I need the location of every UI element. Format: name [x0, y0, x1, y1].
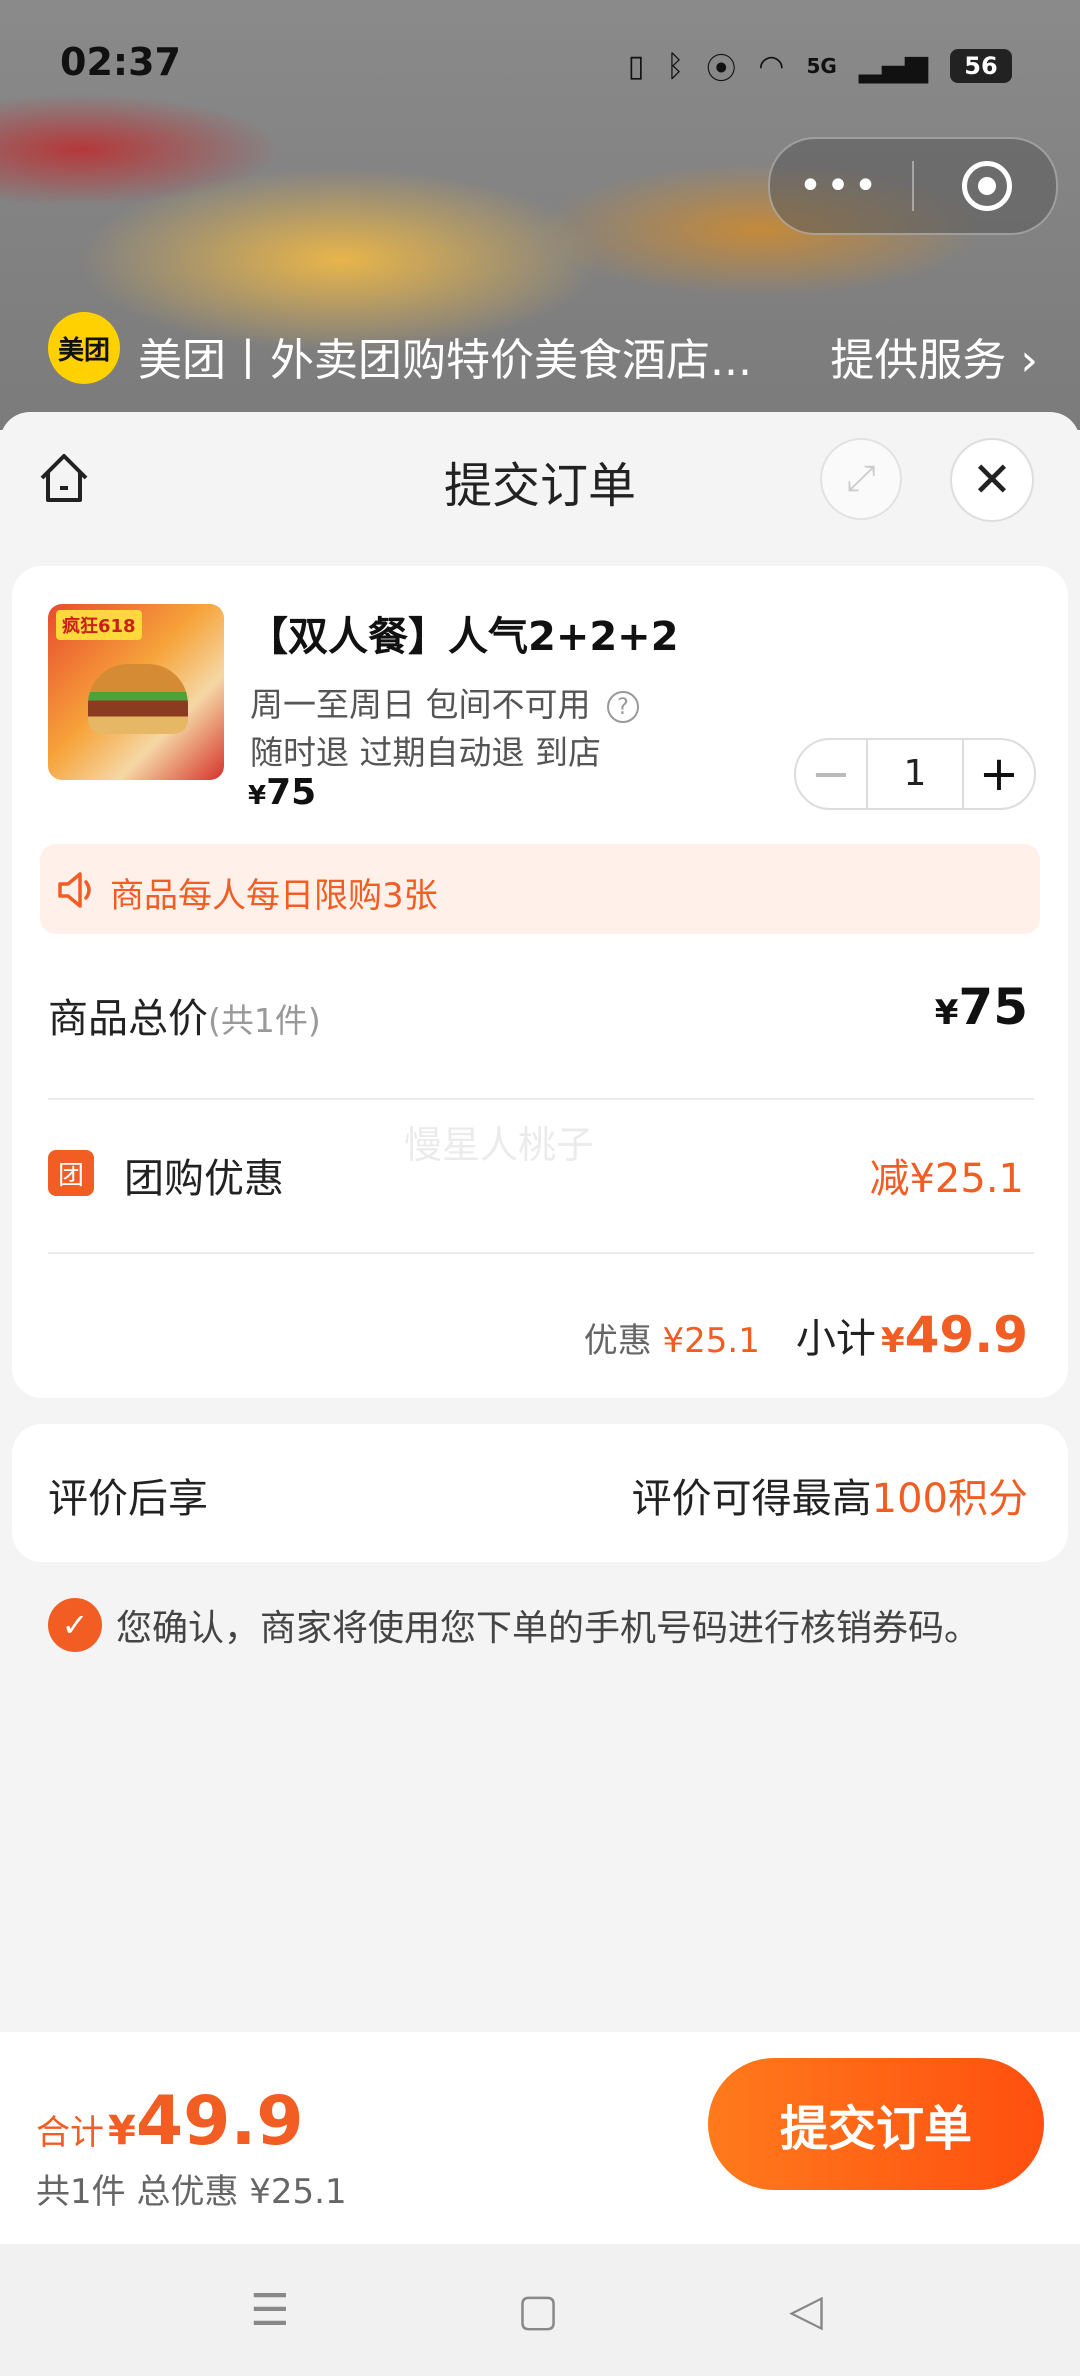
vibrate-icon: ▯ — [627, 48, 645, 84]
battery-icon: 56 — [950, 49, 1012, 83]
phone-confirm-text: 您确认，商家将使用您下单的手机号码进行核销券码。 — [116, 1608, 981, 1649]
help-icon[interactable]: ? — [607, 690, 639, 723]
subtotal-currency: ¥ — [880, 1321, 905, 1361]
decrease-quantity-button[interactable]: − — [796, 740, 866, 808]
status-time: 02:37 — [60, 40, 181, 84]
review-reward-prefix: 评价可得最高 — [631, 1476, 872, 1522]
checkbox-checked-icon[interactable]: ✓ — [48, 1598, 102, 1652]
product-name: 【双人餐】人气2+2+2 — [248, 614, 679, 660]
purchase-limit-text: 商品每人每日限购3张 — [110, 876, 438, 916]
product-refund-line: 随时退 过期自动退 到店 — [250, 733, 601, 772]
system-navigation-bar: ☰ ▢ ◁ — [0, 2244, 1080, 2376]
network-label: 5G — [806, 54, 837, 78]
expand-icon[interactable]: ⤢ — [820, 438, 902, 520]
submit-order-button[interactable]: 提交订单 — [708, 2058, 1044, 2190]
purchase-limit-notice: 商品每人每日限购3张 — [40, 844, 1040, 934]
mini-program-title[interactable]: 美团丨外卖团购特价美食酒店... — [138, 324, 752, 388]
sheet-nav-bar: 提交订单 ⤢ ✕ — [0, 412, 1080, 562]
price-currency: ¥ — [248, 781, 267, 811]
discount-summary: 优惠 ¥25.1 — [584, 1313, 760, 1362]
order-total-details: 共1件 总优惠 ¥25.1 — [36, 2172, 347, 2212]
product-usage-line: 周一至周日 包间不可用 ? — [250, 678, 639, 726]
product-usage-text: 周一至周日 包间不可用 — [250, 685, 591, 724]
group-buy-discount-label: 团购优惠 — [124, 1156, 284, 1202]
review-reward-card[interactable]: 评价后享 评价可得最高100积分 — [12, 1424, 1068, 1562]
review-reward-points: 100积分 — [871, 1476, 1028, 1522]
watermark: 慢星人桃子 — [404, 1123, 595, 1167]
subtotal-label: 小计 — [795, 1316, 876, 1362]
order-total-label: 合计 — [36, 2113, 104, 2153]
status-bar: 02:37 ▯ ᛒ ⦿ ◠ 5G ▂▄▆ 56 — [0, 0, 1080, 130]
home-square-icon[interactable]: ▢ — [512, 2284, 564, 2336]
group-buy-icon: 团 — [48, 1150, 94, 1196]
meituan-logo: 美团 — [48, 312, 120, 384]
goods-total-value: ¥75 — [935, 978, 1028, 1036]
phone-confirm-row: ✓ 您确认，商家将使用您下单的手机号码进行核销券码。 — [48, 1598, 980, 1652]
capsule-divider — [912, 161, 914, 211]
service-provider-link[interactable]: 提供服务 › — [830, 324, 1038, 388]
goods-total-count: (共1件) — [208, 1001, 321, 1040]
price-value: 75 — [266, 772, 317, 813]
close-icon[interactable]: ✕ — [950, 438, 1034, 522]
total-amount: 75 — [958, 978, 1028, 1036]
close-mini-program-icon[interactable] — [962, 161, 1012, 211]
total-currency: ¥ — [934, 993, 959, 1033]
quantity-value[interactable]: 1 — [866, 740, 964, 808]
product-price: ¥75 — [248, 772, 316, 813]
more-menu-icon[interactable]: ••• — [770, 139, 910, 233]
menu-icon[interactable]: ☰ — [244, 2284, 296, 2336]
burger-illustration — [88, 664, 188, 734]
subtotal-row: 优惠 ¥25.1 小计 ¥49.9 — [584, 1306, 1028, 1364]
order-total: 合计 ¥ 49.9 — [36, 2082, 304, 2161]
discount-label: 优惠 — [583, 1321, 652, 1361]
product-image-tag: 疯狂618 — [56, 610, 142, 640]
page-title: 提交订单 — [443, 458, 636, 514]
order-total-currency: ¥ — [108, 2108, 136, 2154]
divider — [48, 1252, 1034, 1254]
subtotal-amount: 49.9 — [904, 1306, 1028, 1364]
status-icons: ▯ ᛒ ⦿ ◠ 5G ▂▄▆ 56 — [628, 44, 1012, 88]
review-reward-value: 评价可得最高100积分 — [632, 1466, 1028, 1524]
subtotal-value: ¥49.9 — [881, 1306, 1028, 1364]
signal-icon: ▂▄▆ — [858, 48, 928, 84]
order-total-value: 49.9 — [135, 2082, 304, 2161]
review-reward-label: 评价后享 — [48, 1476, 208, 1522]
checkout-bar: 合计 ¥ 49.9 共1件 总优惠 ¥25.1 提交订单 — [0, 2032, 1080, 2244]
goods-total-text: 商品总价 — [48, 996, 208, 1042]
back-icon[interactable]: ◁ — [780, 2284, 832, 2336]
divider — [48, 1098, 1034, 1100]
mini-program-capsule: ••• — [768, 137, 1058, 235]
increase-quantity-button[interactable]: + — [964, 740, 1034, 808]
goods-total-label: 商品总价(共1件) — [48, 986, 321, 1044]
subtotal-group: 小计 ¥49.9 — [796, 1306, 1028, 1364]
group-buy-discount-value: 减¥25.1 — [869, 1156, 1024, 1202]
product-image[interactable]: 疯狂618 — [48, 604, 224, 780]
location-icon: ⦿ — [706, 52, 737, 87]
quantity-stepper: − 1 + — [794, 738, 1036, 810]
service-provider-label: 提供服务 — [830, 335, 1007, 386]
discount-value: ¥25.1 — [662, 1321, 760, 1361]
mini-program-info-bar: 美团 美团丨外卖团购特价美食酒店... 提供服务 › — [48, 312, 1038, 386]
bluetooth-icon: ᛒ — [666, 48, 685, 84]
chevron-right-icon: › — [1020, 335, 1038, 386]
speaker-icon — [58, 872, 91, 908]
order-card: 疯狂618 【双人餐】人气2+2+2 周一至周日 包间不可用 ? 随时退 过期自… — [12, 566, 1068, 1398]
wifi-icon: ◠ — [758, 48, 785, 84]
